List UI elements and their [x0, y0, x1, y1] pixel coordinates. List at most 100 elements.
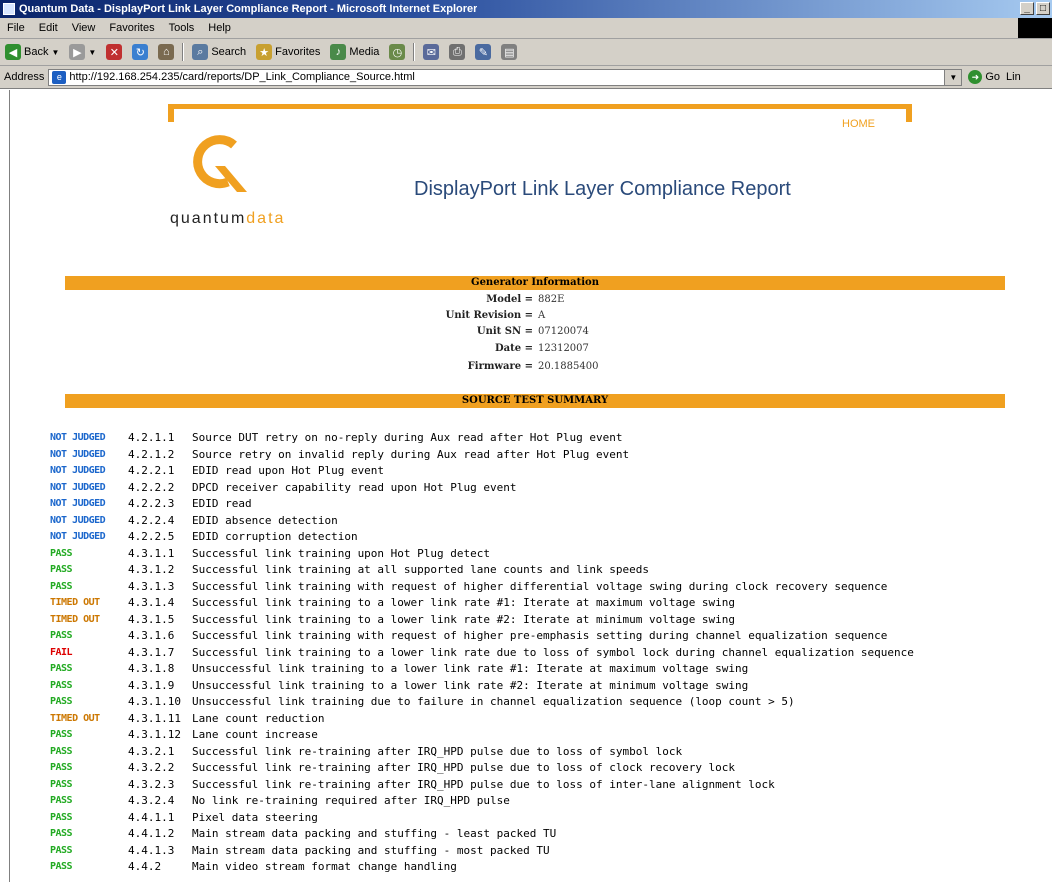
test-description: EDID read upon Hot Plug event	[192, 464, 385, 477]
toolbar-separator	[182, 43, 185, 61]
test-description: Successful link training at all supporte…	[192, 563, 649, 576]
info-row-unit-revision: Unit Revision = A	[10, 308, 1052, 324]
test-description: Successful link re-training after IRQ_HP…	[192, 744, 683, 758]
test-id: 4.2.2.5	[128, 530, 175, 543]
test-description: Successful link training upon Hot Plug d…	[192, 546, 491, 560]
test-result-row: PASS 4.4.2 Main video stream format change…	[50, 859, 1050, 876]
test-status-badge: PASS	[50, 580, 73, 592]
info-value: 882E	[538, 294, 565, 305]
test-result-row: PASS 4.3.1.8 Unsuccessful link training to…	[50, 661, 1050, 678]
menu-help[interactable]: Help	[201, 22, 238, 34]
menu-file[interactable]: File	[0, 22, 32, 34]
test-id: 4.3.1.2	[128, 563, 175, 576]
menu-edit[interactable]: Edit	[32, 22, 65, 34]
home-toolbar-button[interactable]: ⌂	[153, 41, 179, 63]
test-result-row: PASS 4.3.1.10 Unsuccessful link training d…	[50, 694, 1050, 711]
test-id: 4.4.1.1	[128, 810, 175, 824]
menu-tools[interactable]: Tools	[162, 22, 202, 34]
test-status-badge: PASS	[50, 795, 73, 806]
history-icon: ◷	[389, 44, 406, 60]
print-button[interactable]: ⎙	[444, 41, 470, 63]
test-description: Successful link training to a lower link…	[192, 645, 914, 659]
test-id: 4.3.1.1	[128, 546, 175, 560]
test-id: 4.3.2.4	[128, 794, 175, 807]
test-id: 4.3.1.3	[128, 579, 175, 593]
menu-bar: File Edit View Favorites Tools Help	[0, 18, 1052, 39]
test-status-badge: NOT JUDGED	[50, 481, 106, 493]
discuss-button[interactable]: ▤	[496, 41, 522, 63]
test-description: EDID absence detection	[192, 513, 338, 527]
discuss-icon: ▤	[501, 44, 518, 60]
test-status-badge: PASS	[50, 762, 73, 773]
test-result-row: PASS 4.4.1.2 Main stream data packing and …	[50, 826, 1050, 843]
test-id: 4.3.1.9	[128, 678, 175, 692]
test-status-badge: PASS	[50, 778, 73, 790]
links-label[interactable]: Lin	[1006, 71, 1021, 83]
maximize-button[interactable]: □	[1036, 2, 1050, 15]
go-button[interactable]: ➜ Go	[962, 70, 1006, 84]
test-id: 4.2.1.1	[128, 431, 175, 444]
forward-button[interactable]: ▶ ▼	[64, 41, 101, 63]
test-description: Successful link training to a lower link…	[192, 612, 736, 626]
info-row-firmware: Firmware = 20.1885400	[10, 359, 1052, 375]
info-label: Firmware =	[467, 361, 533, 372]
menu-view[interactable]: View	[65, 22, 103, 34]
test-id: 4.2.2.1	[128, 464, 175, 477]
test-status-badge: PASS	[50, 844, 73, 856]
test-status-badge: NOT JUDGED	[50, 448, 106, 460]
address-url[interactable]: http://192.168.254.235/card/reports/DP_L…	[69, 71, 415, 83]
logo-word-quantum: quantum	[170, 210, 247, 227]
test-status-badge: PASS	[50, 745, 73, 757]
test-id: 4.3.1.7	[128, 645, 175, 659]
info-label: Date =	[495, 343, 533, 354]
mail-button[interactable]: ✉	[418, 41, 444, 63]
test-description: EDID corruption detection	[192, 530, 358, 543]
stop-button[interactable]: ✕	[101, 41, 127, 63]
test-description: EDID read	[192, 497, 252, 510]
favorites-button[interactable]: ★ Favorites	[251, 41, 325, 63]
address-field[interactable]: e http://192.168.254.235/card/reports/DP…	[48, 68, 963, 86]
test-status-badge: NOT JUDGED	[50, 531, 106, 542]
info-row-model: Model = 882E	[10, 292, 1052, 308]
test-description: Successful link re-training after IRQ_HP…	[192, 777, 775, 791]
standard-toolbar: ◀ Back ▼ ▶ ▼ ✕ ↻ ⌂ ⌕ Search ★ Favorites …	[0, 39, 1052, 66]
print-icon: ⎙	[449, 44, 466, 60]
test-description: Unsuccessful link training to a lower li…	[192, 678, 749, 692]
page-ie-icon: e	[52, 70, 67, 84]
info-row-date: Date = 12312007	[10, 341, 1052, 357]
edit-button[interactable]: ✎	[470, 41, 496, 63]
home-icon: ⌂	[158, 44, 175, 60]
refresh-button[interactable]: ↻	[127, 41, 153, 63]
media-button[interactable]: ♪ Media	[325, 41, 384, 63]
test-result-row: TIMED OUT 4.3.1.11 Lane count reduction	[50, 711, 1050, 728]
test-result-row: PASS 4.4.1.1 Pixel data steering	[50, 810, 1050, 827]
forward-dropdown-icon[interactable]: ▼	[88, 48, 96, 57]
address-dropdown-icon[interactable]: ▼	[944, 69, 962, 85]
test-description: Pixel data steering	[192, 810, 318, 824]
back-dropdown-icon[interactable]: ▼	[51, 48, 59, 57]
test-status-badge: PASS	[50, 729, 73, 740]
source-test-summary-header: SOURCE TEST SUMMARY	[65, 394, 1005, 408]
window-controls: _ □	[1020, 2, 1050, 15]
test-result-row: PASS 4.3.2.3 Successful link re-training a…	[50, 777, 1050, 794]
test-id: 4.3.1.4	[128, 596, 175, 609]
test-status-badge: PASS	[50, 696, 73, 707]
history-button[interactable]: ◷	[384, 41, 410, 63]
test-description: Lane count reduction	[192, 711, 325, 725]
menu-favorites[interactable]: Favorites	[102, 22, 161, 34]
test-id: 4.2.2.4	[128, 513, 175, 527]
minimize-button[interactable]: _	[1020, 2, 1034, 15]
test-status-badge: PASS	[50, 679, 73, 691]
test-id: 4.4.1.2	[128, 827, 175, 840]
toolbar-separator	[413, 43, 416, 61]
test-description: Successful link re-training after IRQ_HP…	[192, 761, 736, 774]
test-description: Unsuccessful link training to a lower li…	[192, 662, 749, 675]
info-label: Model =	[486, 294, 533, 305]
test-status-badge: TIMED OUT	[50, 597, 100, 608]
search-button[interactable]: ⌕ Search	[187, 41, 251, 63]
back-button[interactable]: ◀ Back ▼	[0, 41, 64, 63]
test-id: 4.3.1.8	[128, 662, 175, 675]
go-arrow-icon: ➜	[968, 70, 983, 84]
test-result-row: PASS 4.4.1.3 Main stream data packing and …	[50, 843, 1050, 860]
home-link[interactable]: HOME	[842, 118, 875, 130]
